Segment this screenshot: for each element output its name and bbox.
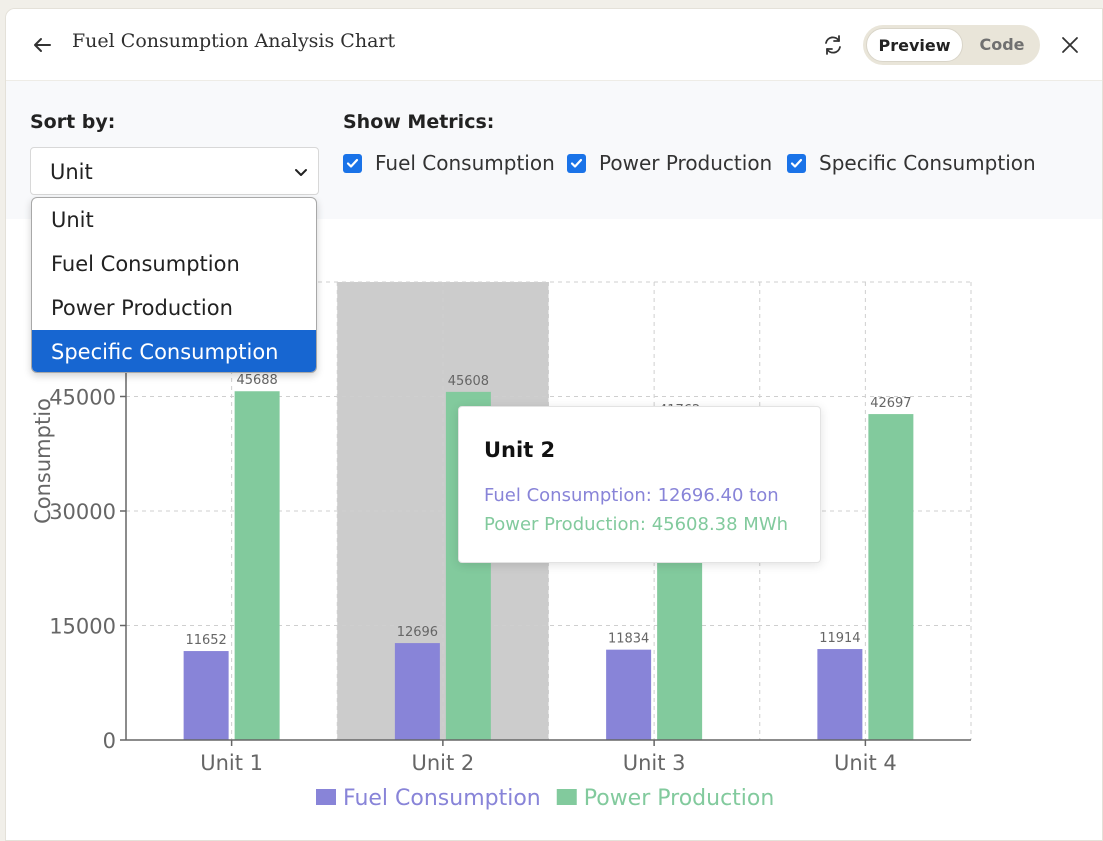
back-button[interactable] [28, 31, 56, 59]
chevron-down-icon [295, 169, 307, 176]
tooltip-title: Unit 2 [484, 438, 556, 462]
chart-tooltip: Unit 2 Fuel Consumption: 12696.40 ton Po… [458, 406, 821, 563]
dropdown-option[interactable]: Unit [32, 198, 316, 242]
sort-dropdown-list: Unit Fuel Consumption Power Production Spec… [31, 197, 317, 373]
y-tick-label: 30000 [49, 500, 116, 524]
sort-select-value: Unit [50, 160, 93, 184]
checkbox-label: Specific Consumption [819, 151, 1036, 175]
code-tab[interactable]: Code [967, 28, 1037, 62]
bar-value-label: 45688 [236, 373, 277, 388]
close-icon [1062, 37, 1078, 53]
checkbox-checked-icon[interactable] [787, 153, 806, 173]
x-tick-label: Unit 3 [623, 751, 686, 775]
bar-value-label: 45608 [448, 374, 489, 389]
checkbox-label: Power Production [599, 151, 773, 175]
dropdown-option[interactable]: Specific Consumption [32, 330, 316, 372]
bar-value-label: 11834 [608, 632, 649, 647]
view-toggle: Preview Code [863, 25, 1040, 65]
arrow-left-icon [34, 38, 51, 52]
bar-fuel-consumption[interactable] [394, 643, 440, 740]
sort-select[interactable]: Unit [30, 147, 319, 195]
y-tick-label: 0 [103, 729, 116, 753]
legend-label[interactable]: Power Production [584, 786, 775, 811]
dropdown-option[interactable]: Fuel Consumption [32, 242, 316, 286]
y-tick-label: 45000 [49, 386, 116, 410]
bar-value-label: 42697 [870, 396, 911, 411]
checkbox-checked-icon[interactable] [343, 153, 362, 173]
x-tick-label: Unit 2 [411, 751, 474, 775]
artifact-panel: Fuel Consumption Analysis Chart Preview … [5, 8, 1103, 841]
bar-fuel-consumption[interactable] [606, 649, 652, 740]
dropdown-option[interactable]: Power Production [32, 286, 316, 330]
bar-fuel-consumption[interactable] [183, 651, 229, 740]
bar-value-label: 11914 [819, 631, 860, 646]
checkbox-power-production[interactable]: Power Production [567, 151, 772, 175]
header-bar: Fuel Consumption Analysis Chart Preview … [6, 9, 1102, 81]
checkbox-label: Fuel Consumption [375, 151, 555, 175]
metrics-label: Show Metrics: [343, 111, 495, 133]
close-button[interactable] [1056, 31, 1084, 59]
checkbox-checked-icon[interactable] [567, 153, 586, 173]
checkbox-fuel-consumption[interactable]: Fuel Consumption [343, 151, 555, 175]
y-tick-label: 15000 [49, 615, 116, 639]
legend-swatch [556, 789, 577, 805]
bar-value-label: 12696 [397, 625, 438, 640]
x-tick-label: Unit 4 [834, 751, 897, 775]
bar-power-production[interactable] [234, 391, 280, 740]
preview-tab[interactable]: Preview [866, 28, 963, 62]
bar-value-label: 11652 [185, 633, 226, 648]
y-axis-label: Consumptio [31, 398, 55, 524]
legend-label[interactable]: Fuel Consumption [343, 786, 541, 811]
refresh-button[interactable] [819, 31, 847, 59]
tooltip-fuel-line: Fuel Consumption: 12696.40 ton [484, 485, 779, 506]
tooltip-power-line: Power Production: 45608.38 MWh [484, 514, 789, 535]
checkbox-specific-consumption[interactable]: Specific Consumption [787, 151, 1036, 175]
refresh-icon [825, 35, 841, 55]
bar-fuel-consumption[interactable] [817, 649, 863, 740]
bar-power-production[interactable] [868, 414, 914, 740]
page-title: Fuel Consumption Analysis Chart [72, 30, 396, 52]
legend-swatch [316, 789, 336, 805]
sort-label: Sort by: [30, 111, 116, 133]
x-tick-label: Unit 1 [200, 751, 263, 775]
